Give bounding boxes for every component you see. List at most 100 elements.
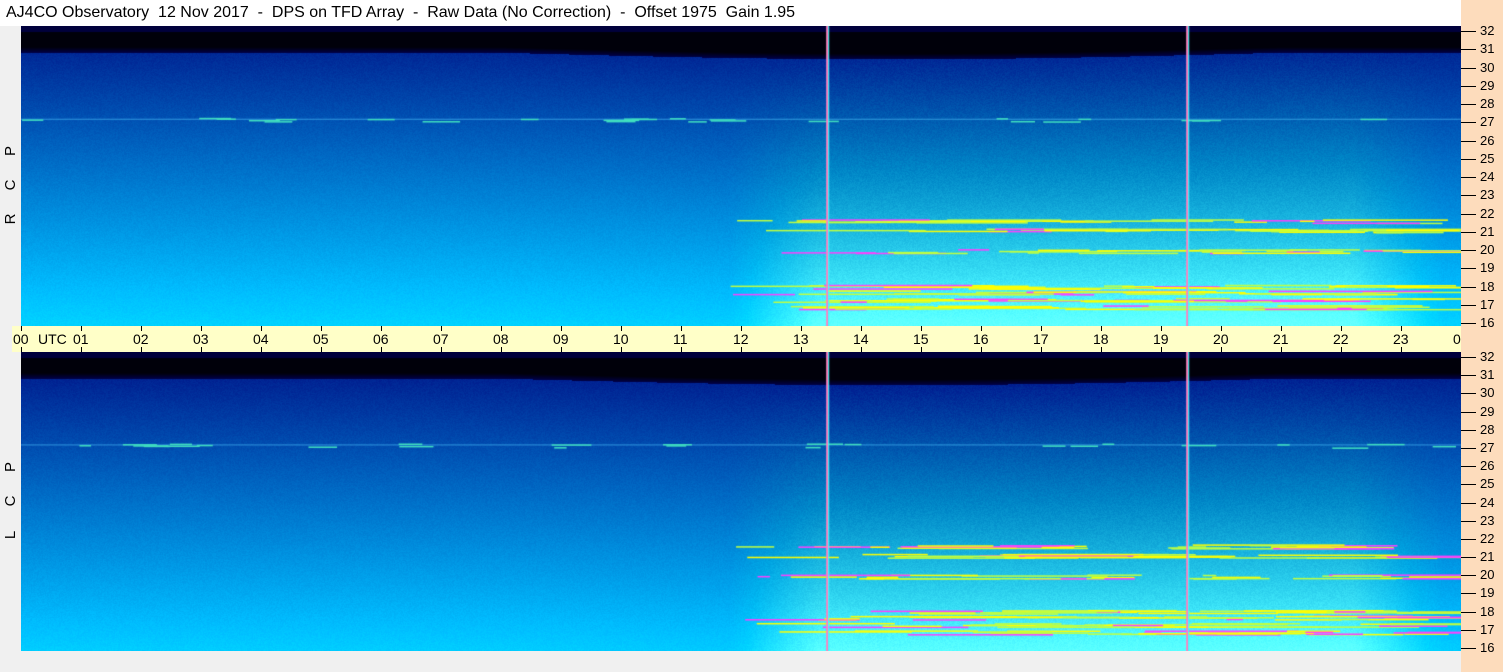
freq-tick-mark: [1461, 520, 1476, 522]
freq-tick-mark: [1461, 323, 1476, 324]
tick-mark: [1281, 347, 1282, 352]
tick-mark: [561, 347, 562, 352]
freq-tick-label: 31: [1480, 367, 1495, 383]
utc-tick-label: 22: [1333, 331, 1349, 347]
rcp-label: PCR: [2, 134, 20, 236]
freq-tick-label: 25: [1480, 476, 1495, 492]
tick-mark: [21, 347, 22, 352]
freq-tick-mark: [1461, 447, 1476, 449]
freq-tick-mark: [1461, 31, 1476, 32]
freq-tick-mark: [1461, 557, 1476, 559]
freq-tick-mark: [1461, 629, 1476, 631]
utc-tick-label: 21: [1273, 331, 1289, 347]
freq-tick-label: 24: [1480, 169, 1495, 184]
tick-mark: [201, 347, 202, 352]
freq-tick-label: 19: [1480, 585, 1495, 601]
tick-mark: [1341, 347, 1342, 352]
utc-time-axis: 00 01 02 03 04 05 06 07 08 09 10 11 12 13 14 15 16 17 18 19…: [12, 326, 1495, 352]
freq-tick-label: 17: [1480, 296, 1495, 312]
utc-tick-label: 13: [793, 331, 809, 347]
utc-tick-label: 02: [133, 331, 149, 347]
freq-tick-mark: [1461, 429, 1476, 431]
utc-tick-label: 01: [73, 331, 89, 347]
freq-tick-label: 29: [1480, 403, 1495, 419]
freq-tick-label: 19: [1480, 260, 1495, 276]
utc-tick-label: 05: [313, 331, 329, 347]
freq-tick-label: 18: [1480, 278, 1495, 294]
tick-mark: [261, 347, 262, 352]
utc-tick-label: 18: [1093, 331, 1109, 347]
freq-tick-mark: [1461, 593, 1476, 595]
freq-tick-label: 22: [1480, 530, 1495, 546]
freq-tick-mark: [1461, 502, 1476, 504]
freq-tick-mark: [1461, 286, 1476, 288]
freq-tick-mark: [1461, 575, 1476, 577]
tick-mark: [1401, 347, 1402, 352]
freq-tick-label: 31: [1480, 41, 1495, 57]
freq-tick-label: 30: [1480, 59, 1495, 75]
freq-tick-label: 16: [1480, 640, 1495, 655]
freq-tick-label: 16: [1480, 315, 1495, 330]
utc-tick-label: 14: [853, 331, 869, 347]
freq-tick-label: 17: [1480, 621, 1495, 637]
tick-mark: [801, 347, 802, 352]
freq-tick-label: 29: [1480, 77, 1495, 93]
freq-tick-label: 25: [1480, 150, 1495, 166]
freq-tick-mark: [1461, 213, 1476, 215]
lcp-spectrogram: [21, 352, 1461, 651]
chart-title: AJ4CO Observatory 12 Nov 2017 - DPS on T…: [0, 0, 1461, 26]
utc-tick-label: 08: [493, 331, 509, 347]
freq-tick-mark: [1461, 466, 1476, 468]
freq-tick-label: 32: [1480, 349, 1495, 364]
freq-tick-mark: [1461, 140, 1476, 142]
tick-mark: [381, 347, 382, 352]
freq-tick-label: 26: [1480, 132, 1495, 148]
freq-tick-mark: [1461, 304, 1476, 306]
freq-tick-mark: [1461, 357, 1476, 358]
freq-tick-mark: [1461, 411, 1476, 413]
freq-tick-mark: [1461, 158, 1476, 160]
tick-mark: [861, 347, 862, 352]
utc-tick-label: 03: [193, 331, 209, 347]
utc-tick-label: 04: [253, 331, 269, 347]
freq-tick-label: 21: [1480, 223, 1495, 239]
freq-tick-mark: [1461, 122, 1476, 124]
tick-mark: [441, 347, 442, 352]
freq-tick-label: 23: [1480, 187, 1495, 203]
freq-tick-label: 28: [1480, 96, 1495, 111]
freq-tick-label: 26: [1480, 458, 1495, 474]
tick-mark: [981, 347, 982, 352]
lcp-label: PCL: [2, 450, 20, 552]
freq-tick-mark: [1461, 85, 1476, 87]
utc-tick-label: 00: [13, 331, 29, 347]
tick-mark: [321, 347, 322, 352]
utc-tick-label: 11: [673, 331, 688, 347]
tick-mark: [681, 347, 682, 352]
tick-mark: [621, 347, 622, 352]
freq-tick-mark: [1461, 375, 1476, 377]
freq-tick-mark: [1461, 268, 1476, 270]
freq-tick-mark: [1461, 484, 1476, 486]
freq-tick-label: 23: [1480, 512, 1495, 528]
tick-mark: [141, 347, 142, 352]
tick-mark: [1221, 347, 1222, 352]
freq-tick-label: 32: [1480, 23, 1495, 38]
tick-mark: [501, 347, 502, 352]
freq-tick-label: 30: [1480, 385, 1495, 401]
freq-tick-mark: [1461, 104, 1476, 105]
freq-tick-mark: [1461, 49, 1476, 51]
freq-tick-mark: [1461, 250, 1476, 251]
freq-tick-mark: [1461, 195, 1476, 197]
freq-tick-mark: [1461, 648, 1476, 649]
utc-tick-label: 17: [1033, 331, 1049, 347]
tick-mark: [1161, 347, 1162, 352]
freq-tick-mark: [1461, 177, 1476, 178]
utc-unit-label: UTC: [38, 331, 67, 347]
frequency-scale: 32 31 30 29 28 27 26 25 24 23 22 21 20 19 18 17 16 32 31 30…: [1461, 0, 1503, 672]
freq-tick-label: 27: [1480, 439, 1495, 455]
utc-tick-label: 06: [373, 331, 389, 347]
utc-tick-label: 10: [613, 331, 629, 347]
tick-mark: [741, 347, 742, 352]
utc-tick-label: 23: [1393, 331, 1409, 347]
freq-tick-label: 20: [1480, 242, 1495, 257]
